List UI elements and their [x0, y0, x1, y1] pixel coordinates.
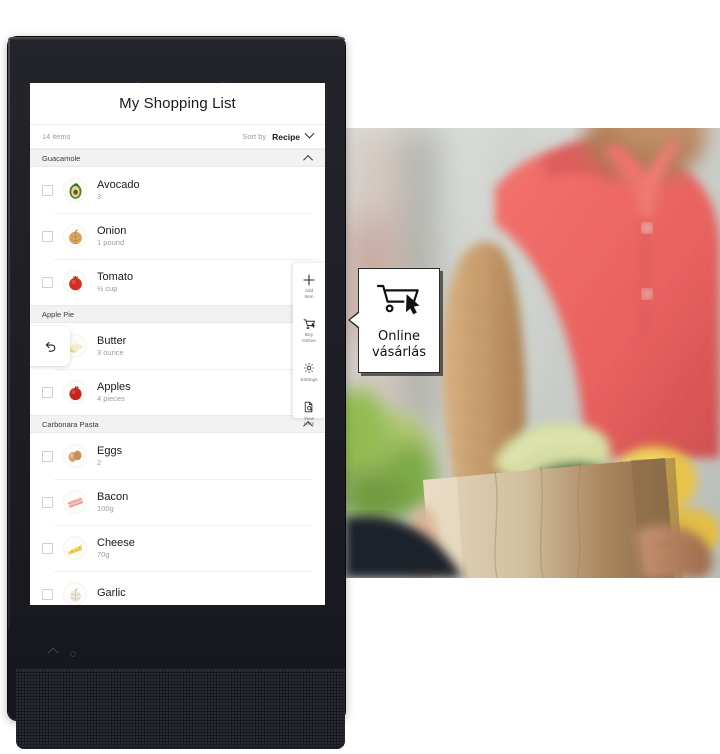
rail-item-settings[interactable]: Settings — [293, 362, 325, 383]
group-title: Carbonara Pasta — [42, 419, 99, 429]
item-name: Garlic — [97, 586, 126, 599]
list-item[interactable]: Tomato ½ cup — [30, 259, 325, 305]
bacon-icon — [63, 490, 87, 514]
rail-label: View Lists — [303, 415, 315, 427]
item-quantity: 3 ounce — [97, 347, 124, 357]
item-name: Tomato — [97, 270, 134, 283]
item-name: Cheese — [97, 536, 135, 549]
undo-button[interactable] — [30, 326, 70, 366]
item-name: Eggs — [97, 444, 123, 457]
online-shopping-callout: Online vásárlás — [348, 268, 440, 373]
item-quantity: ½ cup — [97, 283, 118, 293]
device-screen: My Shopping List 14 items Sort by Recipe… — [30, 83, 325, 605]
item-quantity: 70g — [97, 549, 110, 559]
shopping-cart-cursor-icon — [303, 317, 316, 330]
list-meta-bar: 14 items Sort by Recipe — [30, 125, 325, 149]
callout-tail — [348, 311, 359, 329]
device-top-edge — [8, 37, 345, 40]
device-indicator-caret-icon — [47, 647, 59, 659]
item-text: Garlic — [97, 586, 126, 601]
onion-icon — [63, 224, 87, 248]
item-quantity: 3 — [97, 191, 102, 201]
avocado-icon — [63, 178, 87, 202]
screenshot-root: My Shopping List 14 items Sort by Recipe… — [0, 0, 720, 754]
device-status-dot-icon — [70, 651, 76, 657]
group-header-apple-pie[interactable]: Apple Pie — [30, 305, 325, 323]
apple-icon — [63, 380, 87, 404]
device-left-edge — [8, 39, 10, 629]
undo-arrow-icon — [45, 341, 55, 352]
item-count: 14 items — [42, 132, 71, 141]
speaker-grille — [16, 669, 345, 749]
shopping-list: Guacamole Avocado 3 Onion 1 pound Tomato… — [30, 149, 325, 605]
rail-label: Add Item — [304, 288, 314, 299]
cart-cursor-icon — [376, 281, 422, 322]
rail-item-add-item[interactable]: Add Item — [293, 273, 325, 299]
list-item[interactable]: Bacon 100g — [30, 479, 325, 525]
list-item[interactable]: Onion 1 pound — [30, 213, 325, 259]
group-title: Guacamole — [42, 153, 81, 163]
item-quantity: 1 pound — [97, 237, 125, 247]
chevron-down-icon — [304, 128, 315, 139]
item-name: Bacon — [97, 490, 129, 503]
list-item[interactable]: Cheese 70g — [30, 525, 325, 571]
group-header-guacamole[interactable]: Guacamole — [30, 149, 325, 167]
eggs-icon — [63, 444, 87, 468]
item-text: Eggs 2 — [97, 444, 123, 467]
list-item[interactable]: Eggs 2 — [30, 433, 325, 479]
item-text: Avocado 3 — [97, 178, 140, 201]
item-name: Avocado — [97, 178, 140, 191]
item-checkbox[interactable] — [42, 276, 53, 288]
gear-icon — [303, 362, 315, 375]
group-title: Apple Pie — [42, 309, 75, 319]
item-checkbox[interactable] — [42, 386, 53, 398]
rail-label: Settings — [300, 376, 318, 382]
item-text: Tomato ½ cup — [97, 270, 134, 293]
item-checkbox[interactable] — [42, 588, 53, 600]
group-header-carbonara-pasta[interactable]: Carbonara Pasta — [30, 415, 325, 433]
list-item[interactable]: Garlic — [30, 571, 325, 605]
item-quantity: 2 — [97, 457, 102, 467]
sort-by-label: Sort by — [242, 132, 267, 141]
item-quantity: 100g — [97, 503, 114, 513]
callout-label: Online vásárlás — [371, 329, 427, 360]
item-checkbox[interactable] — [42, 496, 53, 508]
rail-item-buy-online[interactable]: Buy Online — [293, 317, 325, 343]
item-checkbox[interactable] — [42, 184, 53, 196]
list-item-swiped[interactable]: Butter 3 ounce — [30, 323, 325, 369]
list-item[interactable]: Apples 4 pieces — [30, 369, 325, 415]
page-title: My Shopping List — [30, 83, 325, 125]
tomato-icon — [63, 270, 87, 294]
list-item[interactable]: Avocado 3 — [30, 167, 325, 213]
item-name: Apples — [97, 380, 131, 393]
item-checkbox[interactable] — [42, 450, 53, 462]
rail-item-view-lists[interactable]: View Lists — [293, 401, 325, 427]
item-quantity: 4 pieces — [97, 393, 125, 403]
rail-label: Buy Online — [302, 332, 316, 344]
item-text: Apples 4 pieces — [97, 380, 131, 403]
item-name: Butter — [97, 334, 127, 347]
item-name: Onion — [97, 224, 127, 237]
plus-icon — [303, 273, 315, 286]
item-text: Butter 3 ounce — [97, 334, 127, 357]
action-rail: Add Item Buy Online Settings View Lists — [293, 263, 325, 426]
cheese-icon — [63, 536, 87, 560]
item-checkbox[interactable] — [42, 542, 53, 554]
sort-value: Recipe — [272, 131, 300, 142]
garlic-icon — [63, 582, 87, 605]
item-checkbox[interactable] — [42, 230, 53, 242]
item-text: Cheese 70g — [97, 536, 135, 559]
sort-control[interactable]: Sort by Recipe — [242, 128, 315, 142]
item-text: Onion 1 pound — [97, 224, 127, 247]
chevron-up-icon[interactable] — [303, 154, 314, 165]
document-search-icon — [303, 401, 315, 414]
item-text: Bacon 100g — [97, 490, 129, 513]
